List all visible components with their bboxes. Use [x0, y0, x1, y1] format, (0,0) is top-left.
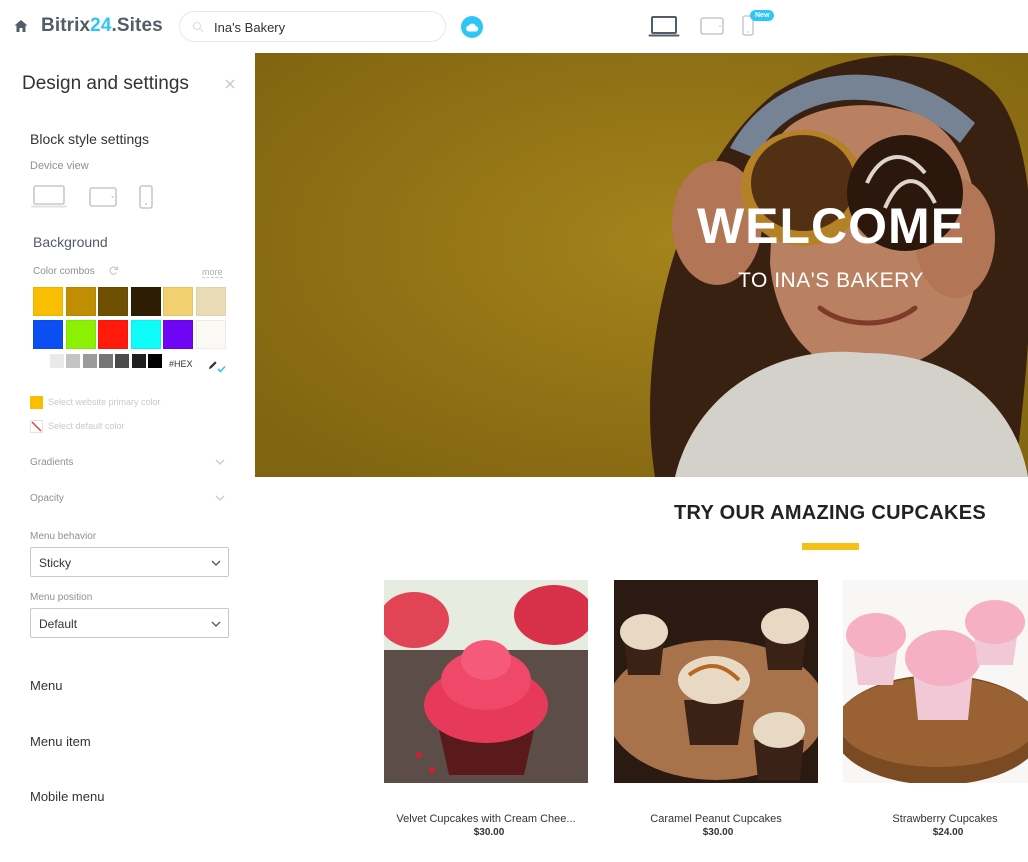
product-image-velvet[interactable] — [384, 580, 588, 783]
default-color-text: Select default color — [48, 421, 125, 431]
gray-swatch[interactable] — [131, 354, 146, 368]
new-badge: New — [750, 10, 775, 21]
no-color-icon — [30, 420, 43, 433]
color-swatch[interactable] — [163, 320, 193, 349]
product-name-strawberry[interactable]: Strawberry Cupcakes — [818, 813, 1028, 825]
menu-position-select[interactable]: Default — [30, 608, 229, 638]
tablet-preview-icon[interactable] — [700, 17, 724, 35]
gray-swatch[interactable] — [50, 354, 64, 368]
primary-color-swatch — [30, 396, 43, 409]
gradients-accordion[interactable]: Gradients — [30, 457, 73, 468]
menu-item-link[interactable]: Menu item — [30, 734, 91, 749]
product-price-velvet: $30.00 — [473, 827, 505, 838]
logo-part-1: Bitrix — [41, 15, 91, 36]
color-swatch[interactable] — [130, 287, 161, 316]
gray-swatch[interactable] — [66, 354, 81, 368]
color-swatch[interactable] — [65, 287, 96, 316]
logo-part-2: 24 — [90, 15, 112, 36]
cloud-icon — [466, 23, 479, 32]
top-bar: Bitrix24.Sites Ina's Bakery New — [0, 0, 1028, 53]
tablet-view-icon[interactable] — [88, 186, 118, 208]
product-photo — [843, 580, 1028, 783]
product-image-strawberry[interactable] — [843, 580, 1028, 783]
product-price-strawberry: $24.00 — [932, 827, 964, 838]
reset-icon[interactable] — [108, 265, 119, 276]
color-swatch[interactable] — [98, 320, 128, 349]
site-selector[interactable]: Ina's Bakery — [179, 11, 446, 42]
mobile-view-icon[interactable] — [138, 184, 154, 210]
chevron-down-icon — [211, 621, 221, 627]
menu-behavior-select[interactable]: Sticky — [30, 547, 229, 577]
menu-position-label: Menu position — [30, 592, 93, 603]
product-photo — [614, 580, 818, 783]
design-settings-panel: Design and settings Block style settings… — [0, 53, 255, 862]
product-price-caramel: $30.00 — [702, 827, 734, 838]
color-swatch[interactable] — [195, 320, 226, 349]
home-icon[interactable] — [13, 18, 29, 34]
hero-title: WELCOME — [696, 198, 966, 254]
desktop-preview-icon[interactable] — [648, 16, 680, 38]
product-name-velvet[interactable]: Velvet Cupcakes with Cream Chee... — [381, 813, 591, 825]
site-name: Ina's Bakery — [214, 20, 286, 35]
app-logo[interactable]: Bitrix24.Sites — [41, 15, 163, 37]
product-photo — [384, 580, 588, 783]
menu-behavior-label: Menu behavior — [30, 531, 97, 542]
gray-swatch[interactable] — [82, 354, 97, 368]
checkmark-icon — [217, 365, 226, 373]
color-swatch[interactable] — [195, 287, 226, 316]
menu-link[interactable]: Menu — [30, 678, 63, 693]
close-icon[interactable] — [224, 78, 236, 90]
product-image-caramel[interactable] — [614, 580, 818, 783]
products-heading: TRY OUR AMAZING CUPCAKES — [673, 502, 987, 524]
hero-photo — [255, 53, 1028, 477]
heading-accent-bar — [802, 543, 859, 550]
opacity-accordion[interactable]: Opacity — [30, 493, 64, 504]
background-title: Background — [33, 234, 108, 250]
panel-title: Design and settings — [22, 73, 189, 94]
block-style-settings-title: Block style settings — [30, 131, 150, 147]
search-icon — [192, 21, 204, 33]
more-colors-link[interactable]: more — [202, 267, 223, 278]
color-swatch[interactable] — [65, 320, 96, 349]
color-swatch[interactable] — [33, 287, 63, 316]
menu-position-value: Default — [39, 617, 78, 631]
device-view-label: Device view — [30, 160, 89, 172]
hero-subtitle: TO INA'S BAKERY — [738, 269, 924, 292]
gray-swatch[interactable] — [115, 354, 130, 368]
hex-input[interactable]: #HEX — [169, 359, 193, 369]
menu-behavior-value: Sticky — [39, 556, 72, 570]
product-name-caramel[interactable]: Caramel Peanut Cupcakes — [611, 813, 821, 825]
desktop-view-icon[interactable] — [30, 184, 68, 210]
publish-cloud-button[interactable] — [461, 16, 483, 38]
chevron-down-icon[interactable] — [215, 495, 225, 501]
primary-color-text: Select website primary color — [48, 397, 161, 407]
color-combos-label: Color combos — [33, 266, 95, 277]
color-swatch[interactable] — [163, 287, 193, 316]
gray-swatch[interactable] — [147, 354, 162, 368]
color-swatch[interactable] — [130, 320, 161, 349]
gray-swatch[interactable] — [98, 354, 113, 368]
mobile-menu-link[interactable]: Mobile menu — [30, 789, 104, 804]
color-swatch[interactable] — [98, 287, 128, 316]
color-swatch[interactable] — [33, 320, 63, 349]
hero-banner[interactable]: WELCOME TO INA'S BAKERY — [255, 53, 1028, 477]
chevron-down-icon — [211, 560, 221, 566]
chevron-down-icon[interactable] — [215, 459, 225, 465]
logo-part-3: .Sites — [111, 15, 163, 36]
